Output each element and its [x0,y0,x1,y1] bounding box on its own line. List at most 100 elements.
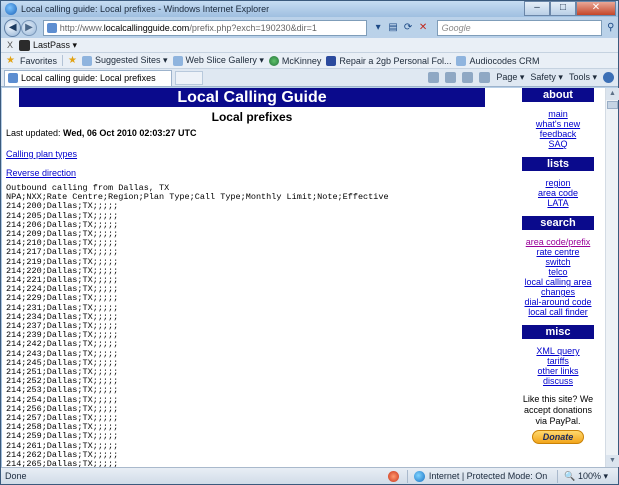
dropdown-icon[interactable]: ▾ [371,21,386,36]
window-controls: – □ ✕ [524,1,616,16]
search-icon[interactable]: ⚲ [604,21,618,36]
donation-text: Like this site? We accept donations via … [522,394,594,426]
web-slice-icon [172,55,183,66]
help-icon[interactable] [603,72,614,83]
forward-button[interactable]: ▶ [21,20,37,36]
safety-menu[interactable]: Safety ▾ [530,72,563,83]
print-icon[interactable] [479,72,491,83]
misc-links: XML query tariffs other links discuss [522,346,594,386]
last-updated: Last updated: Wed, 06 Oct 2010 02:03:27 … [6,128,197,138]
ie-logo-icon [5,3,17,15]
page-icon [46,23,57,33]
status-text: Done [5,471,27,481]
main-content: Local Calling Guide Local prefixes Last … [6,88,486,467]
close-toolbar-icon[interactable]: X [7,40,13,50]
zoom-level[interactable]: 🔍 100% ▾ [564,471,608,482]
lastpass-menu[interactable]: LastPass ▾ [33,40,77,51]
saq-link[interactable]: SAQ [522,139,594,149]
page-menu[interactable]: Page ▾ [496,72,524,83]
globe-icon [268,55,279,66]
url-path: /prefix.php?exch=190230&dir=1 [189,23,317,33]
add-favorite-icon[interactable]: ★ [68,55,77,66]
back-button[interactable]: ◀ [4,19,22,37]
fav-audiocodes-crm[interactable]: Audiocodes CRM [456,55,540,66]
fav-mckinney[interactable]: McKinney [268,55,321,66]
changes-link[interactable]: changes [522,287,594,297]
tab-label: Local calling guide: Local prefixes [21,73,156,83]
divider [406,469,408,483]
about-heading: about [522,88,594,102]
search-heading: search [522,216,594,230]
minimize-button[interactable]: – [524,1,550,16]
prefix-list: 214;200;Dallas;TX;;;;; 214;205;Dallas;TX;… [6,202,486,467]
vertical-scrollbar[interactable]: ▲ ▼ [605,88,619,467]
page-icon [456,55,467,66]
telco-link[interactable]: telco [522,267,594,277]
dial-around-code-link[interactable]: dial-around code [522,297,594,307]
local-calling-area-link[interactable]: local calling area [522,277,594,287]
tools-menu[interactable]: Tools ▾ [569,72,597,83]
other-links-link[interactable]: other links [522,366,594,376]
calling-plan-types-link[interactable]: Calling plan types [6,149,486,159]
search-links: area code/prefix rate centre switch telc… [522,237,594,317]
title-bar: Local calling guide: Local prefixes - Wi… [1,1,618,17]
address-row: ◀ ▶ http://www. localcallingguide.com/pre… [1,18,618,38]
search-input[interactable]: Google [436,20,602,36]
maximize-button[interactable]: □ [550,1,576,16]
rate-centre-link[interactable]: rate centre [522,247,594,257]
scroll-down-icon[interactable]: ▼ [606,455,619,467]
close-button[interactable]: ✕ [576,1,616,16]
about-links: main what's new feedback SAQ [522,109,594,149]
scroll-up-icon[interactable]: ▲ [606,88,619,100]
favorites-star-icon: ★ [6,55,15,66]
tab-row: Local calling guide: Local prefixes Page… [1,69,618,87]
status-bar: Done Internet | Protected Mode: On 🔍 100… [1,467,618,484]
region-link[interactable]: region [522,178,594,188]
divider [61,55,63,66]
new-tab-button[interactable] [175,70,203,85]
local-call-finder-link[interactable]: local call finder [522,307,594,317]
area-code-link[interactable]: area code [522,188,594,198]
globe-icon [81,55,92,66]
compat-view-icon[interactable]: ▤ [386,21,401,36]
url-host: localcallingguide.com [103,23,190,33]
discuss-link[interactable]: discuss [522,376,594,386]
switch-link[interactable]: switch [522,257,594,267]
lists-heading: lists [522,157,594,171]
divider [557,469,559,483]
page-icon [8,73,18,83]
lata-link[interactable]: LATA [522,198,594,208]
fav-suggested-sites[interactable]: Suggested Sites ▾ [81,55,168,66]
sidebar: about main what's new feedback SAQ lists… [522,88,594,444]
addon-warning-icon[interactable] [387,470,399,482]
reverse-direction-link[interactable]: Reverse direction [6,168,486,178]
feeds-icon[interactable] [445,72,457,83]
tab-local-prefixes[interactable]: Local calling guide: Local prefixes [4,69,172,86]
page-title: Local prefixes [211,110,293,124]
home-icon[interactable] [428,72,440,83]
command-bar: Page ▾ Safety ▾ Tools ▾ [428,72,614,83]
lastpass-toolbar: X LastPass ▾ [1,38,618,53]
window-title: Local calling guide: Local prefixes - Wi… [21,4,270,14]
fav-web-slice-gallery[interactable]: Web Slice Gallery ▾ [172,55,264,66]
favorites-button[interactable]: Favorites [20,56,57,66]
favorites-bar: ★ Favorites ★ Suggested Sites ▾ Web Slic… [1,53,618,69]
stop-icon[interactable]: ✕ [416,21,431,36]
refresh-icon[interactable]: ⟳ [401,21,416,36]
whats-new-link[interactable]: what's new [522,119,594,129]
tariffs-link[interactable]: tariffs [522,356,594,366]
browser-window: Local calling guide: Local prefixes - Wi… [0,0,619,485]
lastpass-logo-icon [19,39,31,51]
area-code-prefix-link[interactable]: area code/prefix [522,237,594,247]
main-link[interactable]: main [522,109,594,119]
scroll-thumb[interactable] [607,101,618,109]
fav-repair-personal-folder[interactable]: Repair a 2gb Personal Fol... [326,55,451,66]
feedback-link[interactable]: feedback [522,129,594,139]
address-bar[interactable]: http://www. localcallingguide.com/prefix.… [42,20,367,36]
xml-query-link[interactable]: XML query [522,346,594,356]
security-zone[interactable]: Internet | Protected Mode: On [413,470,547,482]
globe-icon [413,470,425,482]
mail-icon[interactable] [462,72,474,83]
donate-button[interactable]: Donate [532,430,584,444]
page-viewport: Local Calling Guide Local prefixes Last … [2,88,605,467]
